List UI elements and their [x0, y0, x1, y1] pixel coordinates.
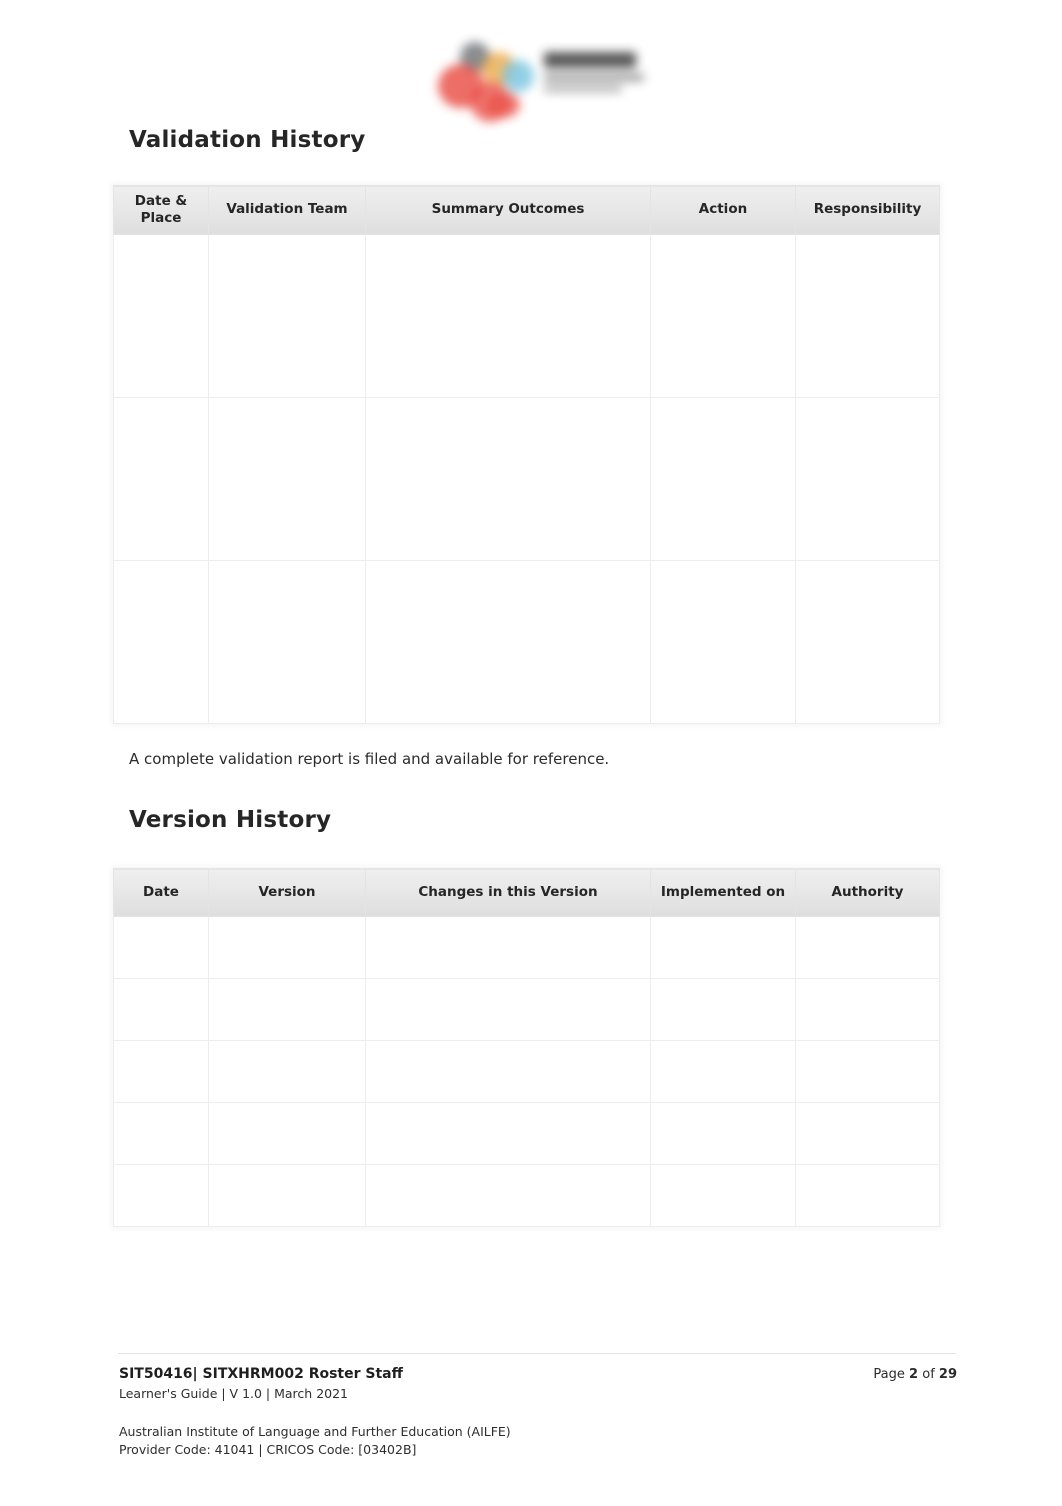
- table-cell[interactable]: [795, 916, 940, 979]
- table-cell[interactable]: [208, 1164, 366, 1227]
- table-row: [113, 978, 940, 1041]
- table-row: [113, 916, 940, 979]
- table-cell[interactable]: [650, 233, 796, 398]
- table-cell[interactable]: [208, 396, 366, 561]
- table-cell[interactable]: [365, 1040, 651, 1103]
- table-cell[interactable]: [650, 1102, 796, 1165]
- table-cell[interactable]: [650, 396, 796, 561]
- table-cell[interactable]: [365, 978, 651, 1041]
- document-page: Validation History Date & Place Validati…: [0, 0, 1062, 1506]
- table-cell[interactable]: [795, 1040, 940, 1103]
- table-cell[interactable]: [795, 978, 940, 1041]
- validation-history-table: Date & Place Validation Team Summary Out…: [113, 185, 940, 724]
- column-header-authority: Authority: [795, 868, 940, 917]
- column-header-summary-outcomes: Summary Outcomes: [365, 185, 651, 235]
- table-cell[interactable]: [365, 1164, 651, 1227]
- table-cell[interactable]: [113, 233, 209, 398]
- table-cell[interactable]: [795, 559, 940, 724]
- table-cell[interactable]: [650, 978, 796, 1041]
- table-cell[interactable]: [795, 1102, 940, 1165]
- table-row: [113, 1164, 940, 1227]
- organisation-logo: [418, 32, 658, 126]
- column-header-action: Action: [650, 185, 796, 235]
- table-cell[interactable]: [650, 916, 796, 979]
- logo-mark-icon: [426, 38, 536, 122]
- column-header-validation-team: Validation Team: [208, 185, 366, 235]
- footer-subtitle: Learner's Guide | V 1.0 | March 2021: [119, 1386, 349, 1401]
- validation-history-heading: Validation History: [129, 127, 366, 153]
- footer-page-of: of: [922, 1367, 935, 1382]
- table-cell[interactable]: [650, 1164, 796, 1227]
- column-header-date-place: Date & Place: [113, 185, 209, 235]
- table-cell[interactable]: [365, 559, 651, 724]
- table-row: [113, 1040, 940, 1103]
- footer-document-title: SIT50416| SITXHRM002 Roster Staff: [119, 1366, 403, 1382]
- table-cell[interactable]: [113, 1102, 209, 1165]
- footer-page-current: 2: [909, 1367, 919, 1382]
- table-cell[interactable]: [113, 1040, 209, 1103]
- table-cell[interactable]: [795, 396, 940, 561]
- table-row: [113, 559, 940, 724]
- footer-page-prefix: Page: [873, 1367, 905, 1382]
- table-cell[interactable]: [208, 233, 366, 398]
- footer-provider-code: Provider Code: 41041 | CRICOS Code: [034…: [119, 1442, 417, 1458]
- column-header-implemented-on: Implemented on: [650, 868, 796, 917]
- validation-report-note: A complete validation report is filed an…: [129, 750, 610, 768]
- table-cell[interactable]: [113, 916, 209, 979]
- table-cell[interactable]: [113, 396, 209, 561]
- table-cell[interactable]: [795, 1164, 940, 1227]
- table-cell[interactable]: [208, 916, 366, 979]
- table-cell[interactable]: [365, 1102, 651, 1165]
- table-cell[interactable]: [113, 1164, 209, 1227]
- footer-org-name: Australian Institute of Language and Fur…: [119, 1424, 511, 1439]
- table-cell[interactable]: [208, 559, 366, 724]
- column-header-version: Version: [208, 868, 366, 917]
- column-header-changes: Changes in this Version: [365, 868, 651, 917]
- table-cell[interactable]: [365, 233, 651, 398]
- version-history-heading: Version History: [129, 807, 332, 833]
- table-row: [113, 1102, 940, 1165]
- table-cell[interactable]: [650, 559, 796, 724]
- table-cell[interactable]: [365, 916, 651, 979]
- table-cell[interactable]: [113, 978, 209, 1041]
- footer-page-number: Page 2 of 29: [873, 1367, 957, 1382]
- table-cell[interactable]: [113, 559, 209, 724]
- footer-page-total: 29: [938, 1367, 957, 1382]
- table-cell[interactable]: [650, 1040, 796, 1103]
- column-header-responsibility: Responsibility: [795, 185, 940, 235]
- table-cell[interactable]: [795, 233, 940, 398]
- table-cell[interactable]: [365, 396, 651, 561]
- table-row: [113, 396, 940, 561]
- logo-wordmark: [544, 50, 652, 102]
- table-cell[interactable]: [208, 978, 366, 1041]
- table-header-row: Date Version Changes in this Version Imp…: [113, 868, 940, 917]
- table-row: [113, 233, 940, 398]
- column-header-date: Date: [113, 868, 209, 917]
- table-header-row: Date & Place Validation Team Summary Out…: [113, 185, 940, 235]
- footer-divider: [118, 1353, 956, 1354]
- page-footer: SIT50416| SITXHRM002 Roster Staff Page 2…: [119, 1366, 957, 1459]
- footer-organisation: Australian Institute of Language and Fur…: [119, 1423, 957, 1459]
- table-cell[interactable]: [208, 1102, 366, 1165]
- table-cell[interactable]: [208, 1040, 366, 1103]
- version-history-table: Date Version Changes in this Version Imp…: [113, 868, 940, 1227]
